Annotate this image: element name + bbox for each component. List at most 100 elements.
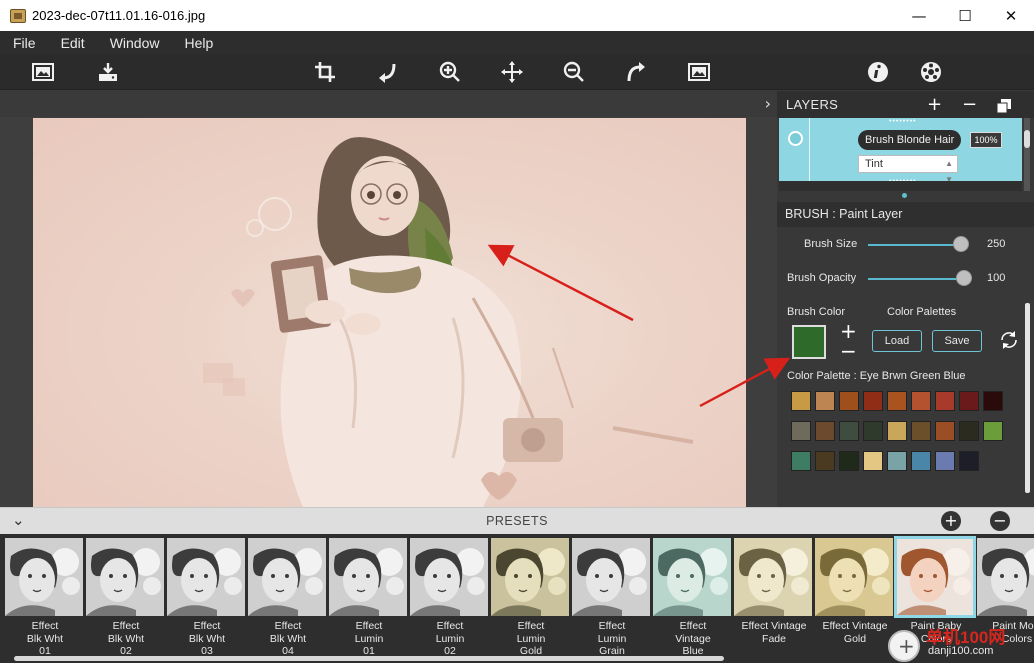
- preset-label: Effect Vintage Fade: [741, 620, 807, 645]
- preset-thumbnail[interactable]: [167, 538, 245, 616]
- save-palette-button[interactable]: Save: [932, 330, 982, 352]
- add-layer-button[interactable]: +: [927, 94, 942, 115]
- duplicate-layer-icon[interactable]: [996, 97, 1011, 118]
- preset-thumbnail[interactable]: [572, 538, 650, 616]
- remove-color-button[interactable]: −: [840, 339, 857, 363]
- palette-swatch[interactable]: [935, 421, 955, 441]
- remove-layer-button[interactable]: −: [962, 94, 977, 115]
- preset-item[interactable]: Effect Lumin 02: [410, 538, 488, 660]
- palette-swatch[interactable]: [863, 421, 883, 441]
- preset-item[interactable]: Effect Blk Wht 04: [248, 538, 326, 660]
- palette-swatch[interactable]: [911, 391, 931, 411]
- layer-visibility-toggle[interactable]: [788, 131, 803, 146]
- collapse-panel-icon[interactable]: ›: [765, 94, 771, 113]
- layers-scroll-thumb[interactable]: [1024, 130, 1030, 148]
- menu-window[interactable]: Window: [97, 35, 172, 51]
- preset-thumbnail[interactable]: [86, 538, 164, 616]
- preset-thumbnail[interactable]: [977, 538, 1034, 616]
- presets-title: PRESETS: [486, 514, 548, 528]
- info-icon[interactable]: [865, 59, 891, 85]
- edited-photo[interactable]: [33, 118, 746, 507]
- canvas-area[interactable]: ›: [0, 91, 777, 507]
- preset-item[interactable]: Effect Blk Wht 03: [167, 538, 245, 660]
- maximize-button[interactable]: ☐: [942, 0, 988, 31]
- palette-swatch[interactable]: [839, 391, 859, 411]
- panel-scroll-thumb[interactable]: [1025, 303, 1030, 493]
- palette-swatch[interactable]: [887, 421, 907, 441]
- undo-icon[interactable]: [374, 59, 400, 85]
- redo-icon[interactable]: [623, 59, 649, 85]
- palette-swatch[interactable]: [791, 421, 811, 441]
- preset-thumbnail[interactable]: [5, 538, 83, 616]
- presets-scroll-thumb[interactable]: [14, 656, 724, 661]
- save-icon[interactable]: [95, 59, 121, 85]
- palette-swatch[interactable]: [815, 451, 835, 471]
- preset-item[interactable]: Effect Lumin Grain: [572, 538, 650, 660]
- close-button[interactable]: ✕: [988, 0, 1034, 31]
- preset-item[interactable]: Effect Lumin Gold: [491, 538, 569, 660]
- palette-swatch[interactable]: [863, 451, 883, 471]
- minimize-button[interactable]: —: [896, 0, 942, 31]
- preset-thumbnail[interactable]: [410, 538, 488, 616]
- palette-swatch[interactable]: [983, 421, 1003, 441]
- menu-file[interactable]: File: [0, 35, 48, 51]
- palette-swatch[interactable]: [935, 451, 955, 471]
- preset-thumbnail[interactable]: [734, 538, 812, 616]
- palette-swatch[interactable]: [959, 451, 979, 471]
- add-preset-button[interactable]: +: [941, 511, 961, 531]
- refresh-palette-icon[interactable]: [998, 329, 1020, 351]
- layer-name[interactable]: Brush Blonde Hair: [858, 130, 962, 150]
- preset-item[interactable]: Effect Blk Wht 02: [86, 538, 164, 660]
- palette-swatch[interactable]: [839, 421, 859, 441]
- layers-scrollbar[interactable]: [1024, 118, 1030, 191]
- crop-icon[interactable]: [312, 59, 338, 85]
- preset-thumbnail[interactable]: [653, 538, 731, 616]
- layer-blend-select[interactable]: Tint ▲ ▼: [858, 155, 958, 184]
- palette-swatch[interactable]: [983, 391, 1003, 411]
- open-image-icon[interactable]: [30, 59, 56, 85]
- panel-scrollbar[interactable]: [1025, 303, 1030, 493]
- palette-swatch[interactable]: [911, 451, 931, 471]
- zoom-out-icon[interactable]: [561, 59, 587, 85]
- load-palette-button[interactable]: Load: [872, 330, 922, 352]
- watermark-line2: danji100.com: [928, 645, 994, 657]
- preset-item[interactable]: Effect Vintage Gold: [815, 538, 893, 660]
- preset-thumbnail[interactable]: [248, 538, 326, 616]
- palette-swatch[interactable]: [791, 391, 811, 411]
- palette-swatch[interactable]: [839, 451, 859, 471]
- palette-swatch[interactable]: [791, 451, 811, 471]
- palette-swatch[interactable]: [959, 421, 979, 441]
- preset-thumbnail[interactable]: [491, 538, 569, 616]
- preset-item[interactable]: Effect Lumin 01: [329, 538, 407, 660]
- preset-item[interactable]: Effect Vintage Blue: [653, 538, 731, 660]
- palette-swatch[interactable]: [959, 391, 979, 411]
- layer-drag-handle-top[interactable]: ••••••••: [889, 118, 917, 125]
- menu-help[interactable]: Help: [171, 35, 225, 51]
- remove-preset-button[interactable]: −: [990, 511, 1010, 531]
- move-icon[interactable]: [499, 59, 525, 85]
- fit-image-icon[interactable]: [686, 59, 712, 85]
- brush-size-slider[interactable]: [868, 244, 964, 246]
- zoom-in-icon[interactable]: [437, 59, 463, 85]
- panel-resize-handle[interactable]: [902, 193, 907, 198]
- brush-size-knob[interactable]: [953, 236, 970, 252]
- preset-thumbnail[interactable]: [894, 536, 976, 618]
- palette-swatch[interactable]: [887, 391, 907, 411]
- palette-swatch[interactable]: [887, 451, 907, 471]
- palette-swatch[interactable]: [863, 391, 883, 411]
- layer-opacity[interactable]: 100%: [970, 132, 1002, 148]
- palette-swatch[interactable]: [815, 391, 835, 411]
- palette-swatch[interactable]: [815, 421, 835, 441]
- palette-swatch[interactable]: [911, 421, 931, 441]
- menu-edit[interactable]: Edit: [48, 35, 97, 51]
- brush-opacity-slider[interactable]: [868, 278, 964, 280]
- preset-item[interactable]: Effect Vintage Fade: [734, 538, 812, 660]
- presets-scrollbar[interactable]: [0, 654, 1034, 663]
- settings-icon[interactable]: [918, 59, 944, 85]
- brush-opacity-knob[interactable]: [956, 270, 972, 286]
- preset-item[interactable]: Effect Blk Wht 01: [5, 538, 83, 660]
- brush-color-swatch[interactable]: [792, 325, 826, 359]
- palette-swatch[interactable]: [935, 391, 955, 411]
- preset-thumbnail[interactable]: [329, 538, 407, 616]
- preset-thumbnail[interactable]: [815, 538, 893, 616]
